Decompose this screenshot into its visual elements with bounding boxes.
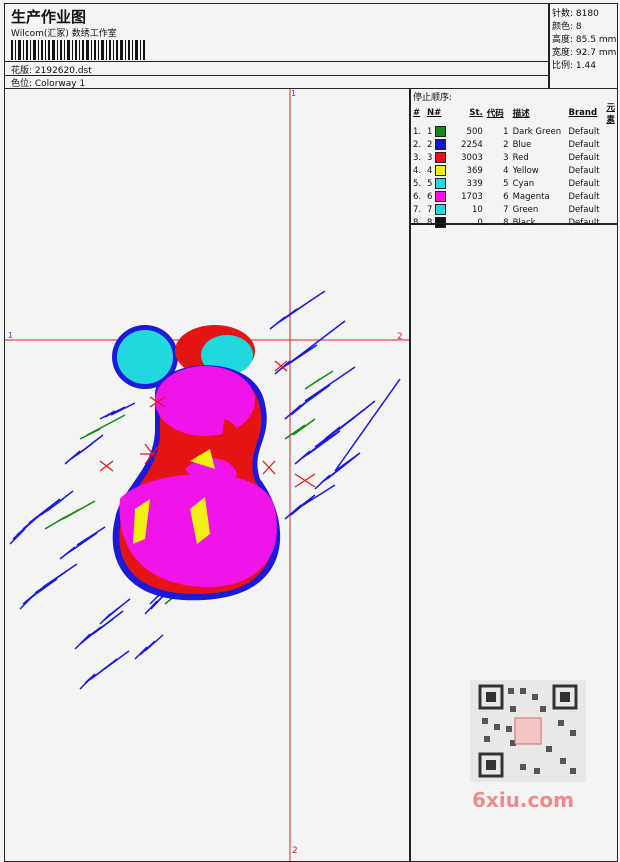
- embroidery-preview: [5, 89, 410, 861]
- row-code: 4: [503, 165, 509, 176]
- color-swatch: [435, 165, 447, 176]
- character-body: [112, 325, 281, 601]
- row-code: 2: [503, 139, 509, 150]
- table-row: 6. 6 1703 6 Magenta Default: [411, 190, 617, 203]
- table-row: 5. 5 339 5 Cyan Default: [411, 177, 617, 190]
- row-element: [604, 125, 617, 138]
- row-stitches: 1703: [461, 191, 483, 202]
- color-swatch: [435, 139, 447, 150]
- row-needle: 1: [425, 125, 451, 138]
- table-row: 3. 3 3003 3 Red Default: [411, 151, 617, 164]
- row-description: Green: [512, 204, 539, 215]
- color-swatch: [435, 204, 447, 215]
- color-swatch: [435, 152, 447, 163]
- watermark-text: 6xiu.com: [472, 788, 574, 812]
- color-swatch: [435, 126, 447, 137]
- row-index: 2.: [413, 139, 422, 150]
- col-brand: Brand: [568, 108, 598, 118]
- stitch-count: 针数: 8180: [552, 9, 599, 19]
- qr-code-watermark: [470, 680, 586, 782]
- guide-label-right: 2: [397, 332, 403, 342]
- row-element: [604, 164, 617, 177]
- row-brand: Default: [568, 204, 600, 215]
- col-stitches: St.: [469, 108, 483, 118]
- company-name: Wilcom(汇冢) 数绣工作室: [11, 29, 117, 39]
- row-index: 5.: [413, 178, 422, 189]
- table-row: 1. 1 500 1 Dark Green Default: [411, 125, 617, 138]
- row-needle: 3: [425, 151, 451, 164]
- row-stitches: 500: [466, 126, 483, 137]
- table-header-row: # N# St. 代码 描述 Brand 元素: [411, 101, 617, 125]
- row-element: [604, 151, 617, 164]
- stop-sequence-panel: 停止顺序: # N# St. 代码 描述 Brand 元素 1. 1 500 1 Da…: [409, 88, 618, 228]
- row-element: [604, 203, 617, 216]
- table-row: 7. 7 10 7 Green Default: [411, 203, 617, 216]
- guide-label-left: 1: [8, 331, 14, 340]
- col-index: #: [413, 108, 421, 118]
- row-index: 4.: [413, 165, 422, 176]
- row-element: [604, 177, 617, 190]
- row-description: Blue: [512, 139, 532, 150]
- row-index: 3.: [413, 152, 422, 163]
- guide-label-bottom: 2: [292, 846, 298, 856]
- row-needle: 7: [425, 203, 451, 216]
- row-index: 1.: [413, 126, 422, 137]
- row-needle: 4: [425, 164, 451, 177]
- row-stitches: 339: [466, 178, 483, 189]
- row-needle: 6: [425, 190, 451, 203]
- page-title: 生产作业图: [11, 8, 87, 26]
- color-count: 颜色: 8: [552, 22, 582, 32]
- row-needle: 2: [425, 138, 451, 151]
- row-element: [604, 138, 617, 151]
- row-code: 1: [503, 126, 509, 137]
- row-brand: Default: [568, 191, 600, 202]
- row-stitches: 369: [466, 165, 483, 176]
- row-index: 6.: [413, 191, 422, 202]
- row-index: 7.: [413, 204, 422, 215]
- row-brand: Default: [568, 126, 600, 137]
- row-brand: Default: [568, 139, 600, 150]
- qr-code-icon: [478, 684, 578, 778]
- design-canvas: 1 1 2 2: [4, 88, 411, 862]
- row-code: 3: [503, 152, 509, 163]
- color-swatch: [435, 191, 447, 202]
- row-code: 6: [503, 191, 509, 202]
- row-brand: Default: [568, 178, 600, 189]
- header-info-panel: 生产作业图 Wilcom(汇冢) 数绣工作室 花版: 2192620.dst 色…: [4, 3, 550, 89]
- design-height: 高度: 85.5 mm: [552, 35, 617, 45]
- guide-label-top: 1: [291, 89, 297, 98]
- row-description: Red: [512, 152, 529, 163]
- row-stitches: 2254: [461, 139, 483, 150]
- row-description: Cyan: [512, 178, 535, 189]
- row-description: Magenta: [512, 191, 550, 202]
- row-needle: 5: [425, 177, 451, 190]
- design-scale: 比例: 1.44: [552, 61, 596, 71]
- col-element: 元素: [606, 103, 615, 125]
- col-code: 代码: [486, 109, 504, 119]
- table-row: 4. 4 369 4 Yellow Default: [411, 164, 617, 177]
- design-width: 宽度: 92.7 mm: [552, 48, 617, 58]
- row-code: 7: [503, 204, 509, 215]
- row-description: Yellow: [512, 165, 539, 176]
- row-element: [604, 190, 617, 203]
- stats-panel: 针数: 8180 颜色: 8 高度: 85.5 mm 宽度: 92.7 mm 比…: [548, 3, 618, 89]
- row-code: 5: [503, 178, 509, 189]
- row-brand: Default: [568, 165, 600, 176]
- row-description: Dark Green: [512, 126, 562, 137]
- stop-sequence-table: # N# St. 代码 描述 Brand 元素 1. 1 500 1 Dark Gre…: [411, 101, 617, 229]
- color-swatch: [435, 178, 447, 189]
- row-stitches: 10: [471, 204, 483, 215]
- barcode-image: [11, 40, 145, 60]
- col-needle: N#: [426, 108, 442, 118]
- row-brand: Default: [568, 152, 600, 163]
- row-stitches: 3003: [461, 152, 483, 163]
- col-description: 描述: [512, 109, 530, 119]
- table-row: 2. 2 2254 2 Blue Default: [411, 138, 617, 151]
